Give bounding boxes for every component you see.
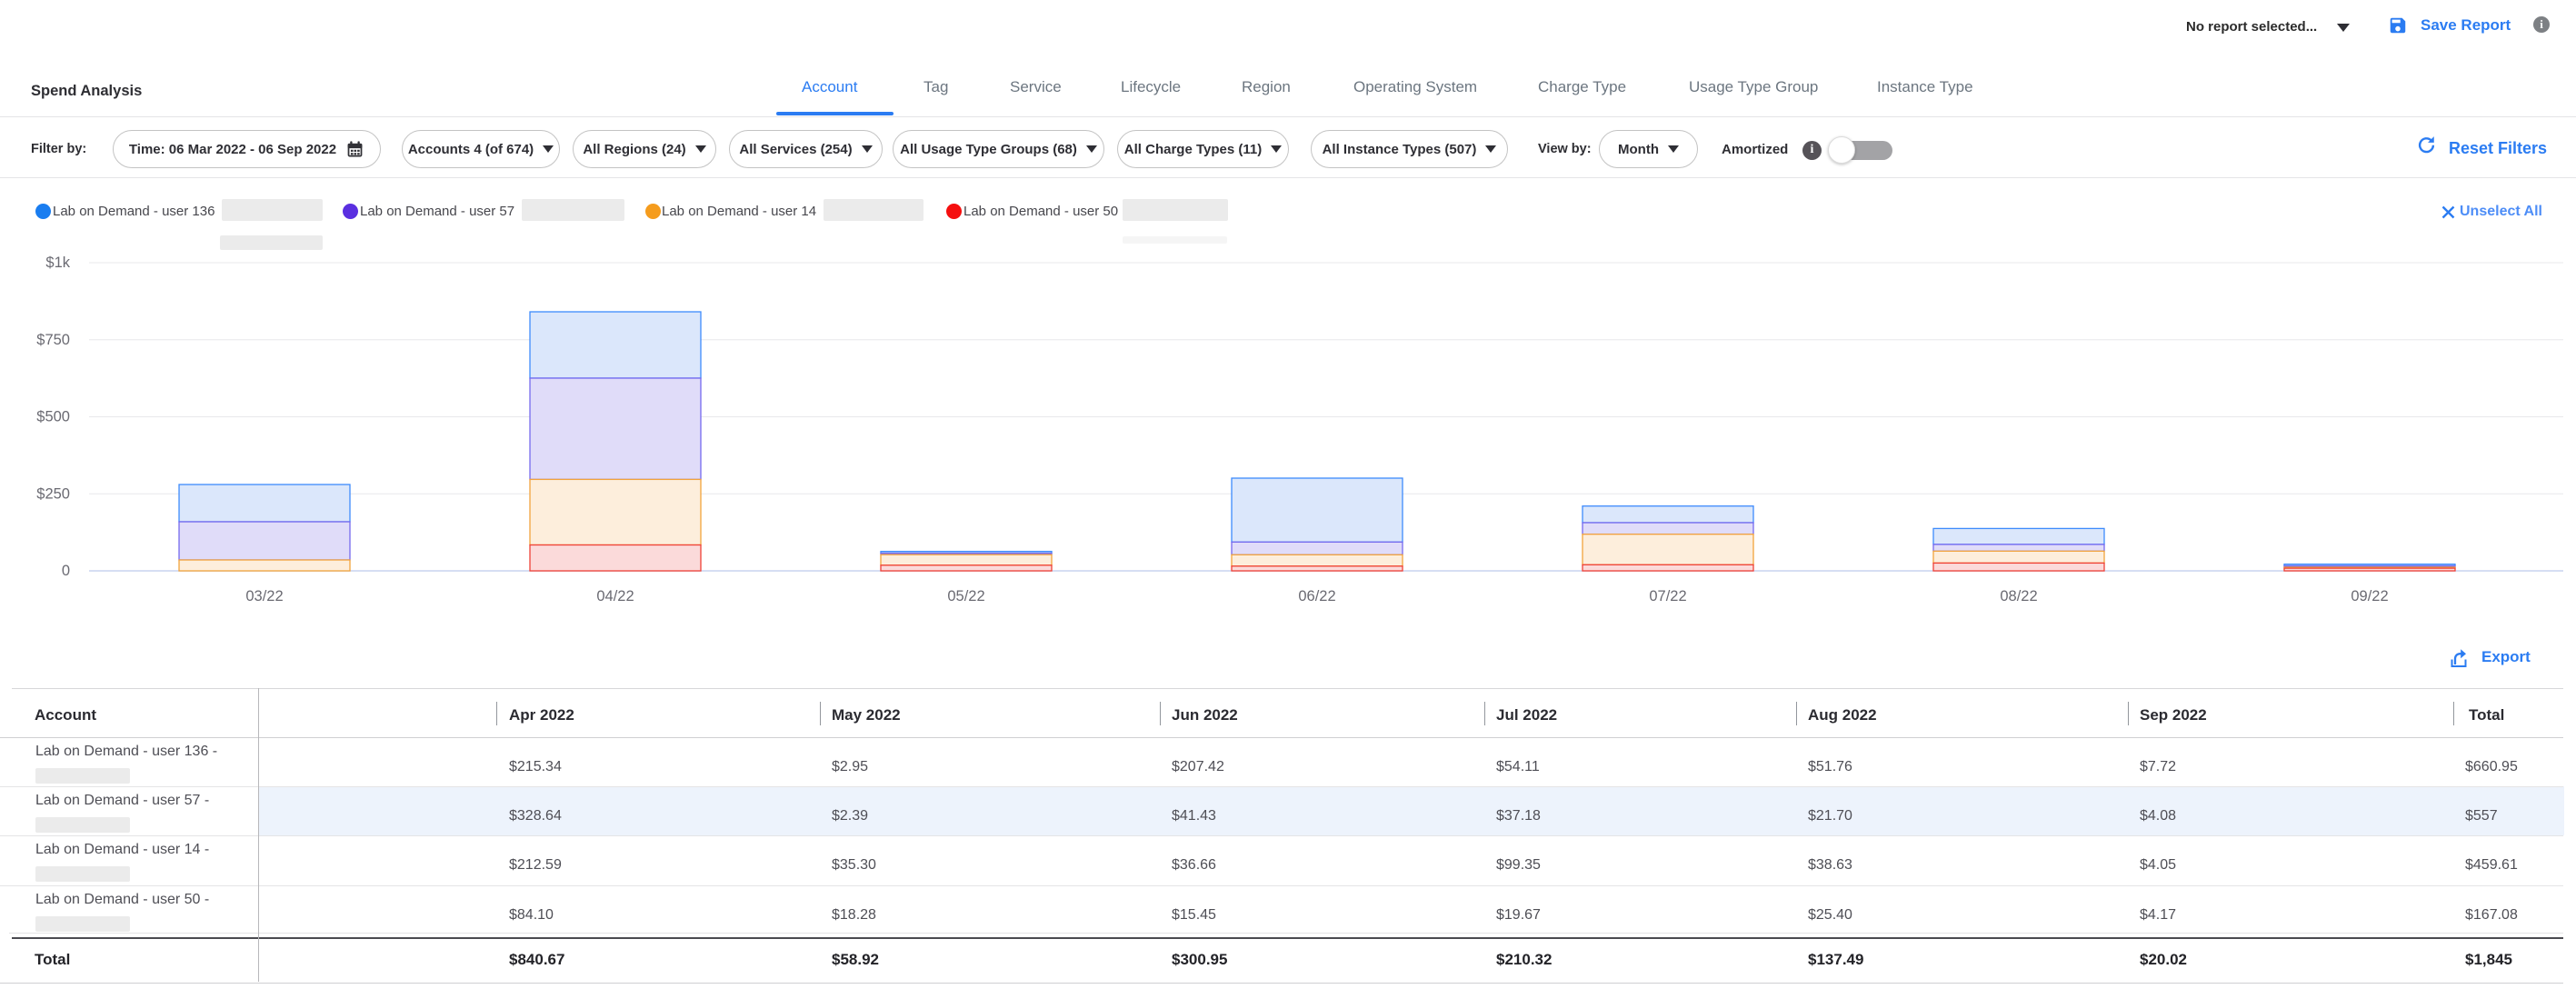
svg-text:08/22: 08/22 xyxy=(2000,588,2037,604)
svg-text:07/22: 07/22 xyxy=(1649,588,1686,604)
svg-text:$1k: $1k xyxy=(45,255,70,271)
svg-text:$250: $250 xyxy=(36,485,70,502)
svg-text:04/22: 04/22 xyxy=(596,588,634,604)
svg-text:03/22: 03/22 xyxy=(245,588,283,604)
svg-text:$750: $750 xyxy=(36,332,70,348)
svg-text:06/22: 06/22 xyxy=(1298,588,1335,604)
svg-text:0: 0 xyxy=(62,563,70,579)
svg-text:$500: $500 xyxy=(36,409,70,425)
svg-text:05/22: 05/22 xyxy=(947,588,984,604)
svg-text:09/22: 09/22 xyxy=(2351,588,2388,604)
